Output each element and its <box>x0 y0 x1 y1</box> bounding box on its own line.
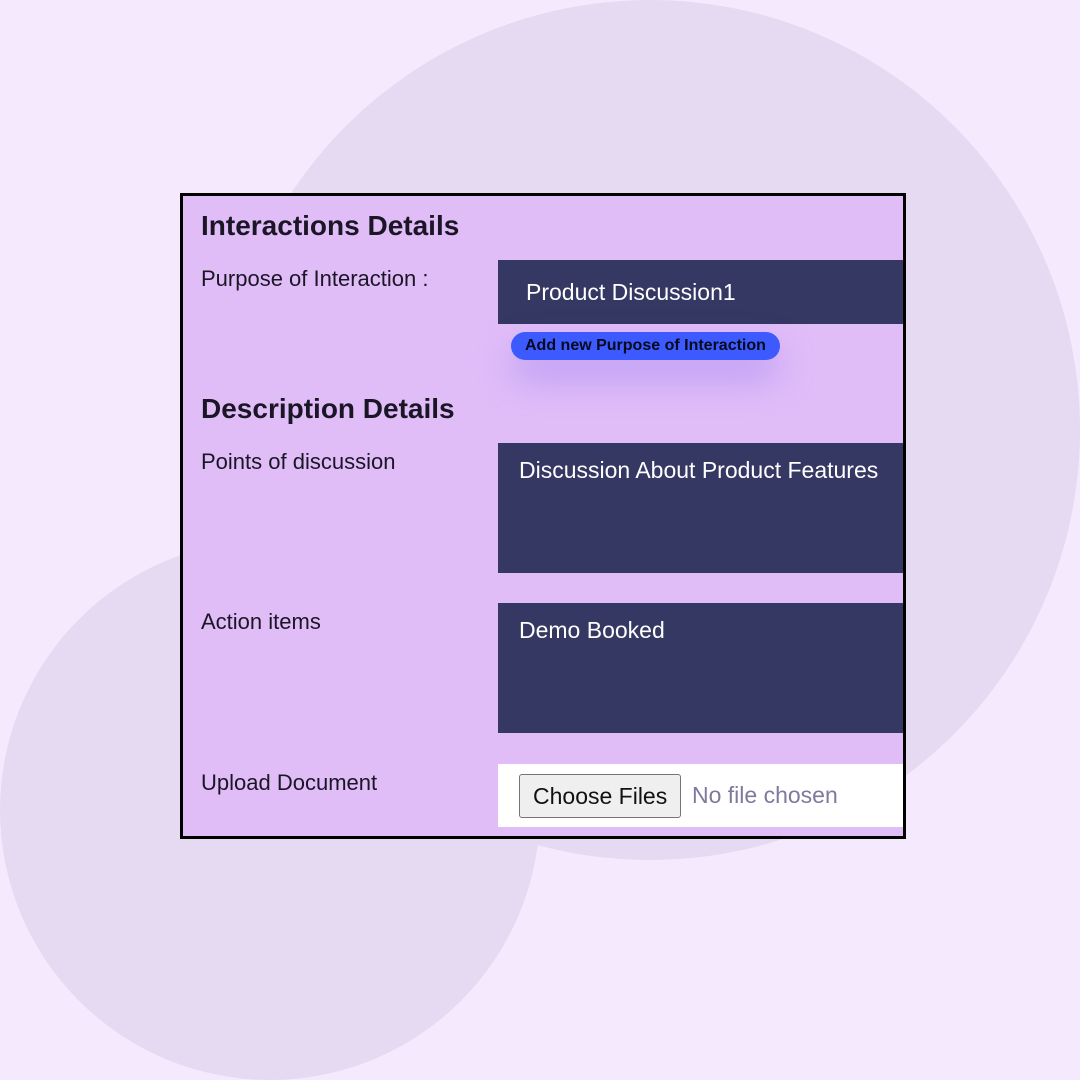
interaction-form-panel: Interactions Details Purpose of Interact… <box>180 193 906 839</box>
action-items-label: Action items <box>201 609 321 634</box>
action-items-textarea[interactable]: Demo Booked <box>498 603 903 733</box>
description-details-heading: Description Details <box>201 393 455 424</box>
purpose-of-interaction-select[interactable]: Product Discussion1 <box>498 260 903 324</box>
upload-document-label: Upload Document <box>201 770 378 795</box>
add-purpose-button[interactable]: Add new Purpose of Interaction <box>511 332 780 360</box>
action-items-value: Demo Booked <box>519 617 665 643</box>
purpose-of-interaction-value: Product Discussion1 <box>526 279 736 305</box>
points-of-discussion-label: Points of discussion <box>201 449 396 474</box>
interactions-details-heading: Interactions Details <box>201 210 460 241</box>
points-of-discussion-textarea[interactable]: Discussion About Product Features <box>498 443 903 573</box>
purpose-of-interaction-label: Purpose of Interaction : <box>201 266 429 291</box>
choose-files-button[interactable]: Choose Files <box>519 774 682 818</box>
points-of-discussion-value: Discussion About Product Features <box>519 457 879 483</box>
file-status-text: No file chosen <box>692 782 838 808</box>
page-canvas: Interactions Details Purpose of Interact… <box>0 0 1080 1080</box>
upload-document-input[interactable]: Choose Files No file chosen <box>498 764 903 827</box>
